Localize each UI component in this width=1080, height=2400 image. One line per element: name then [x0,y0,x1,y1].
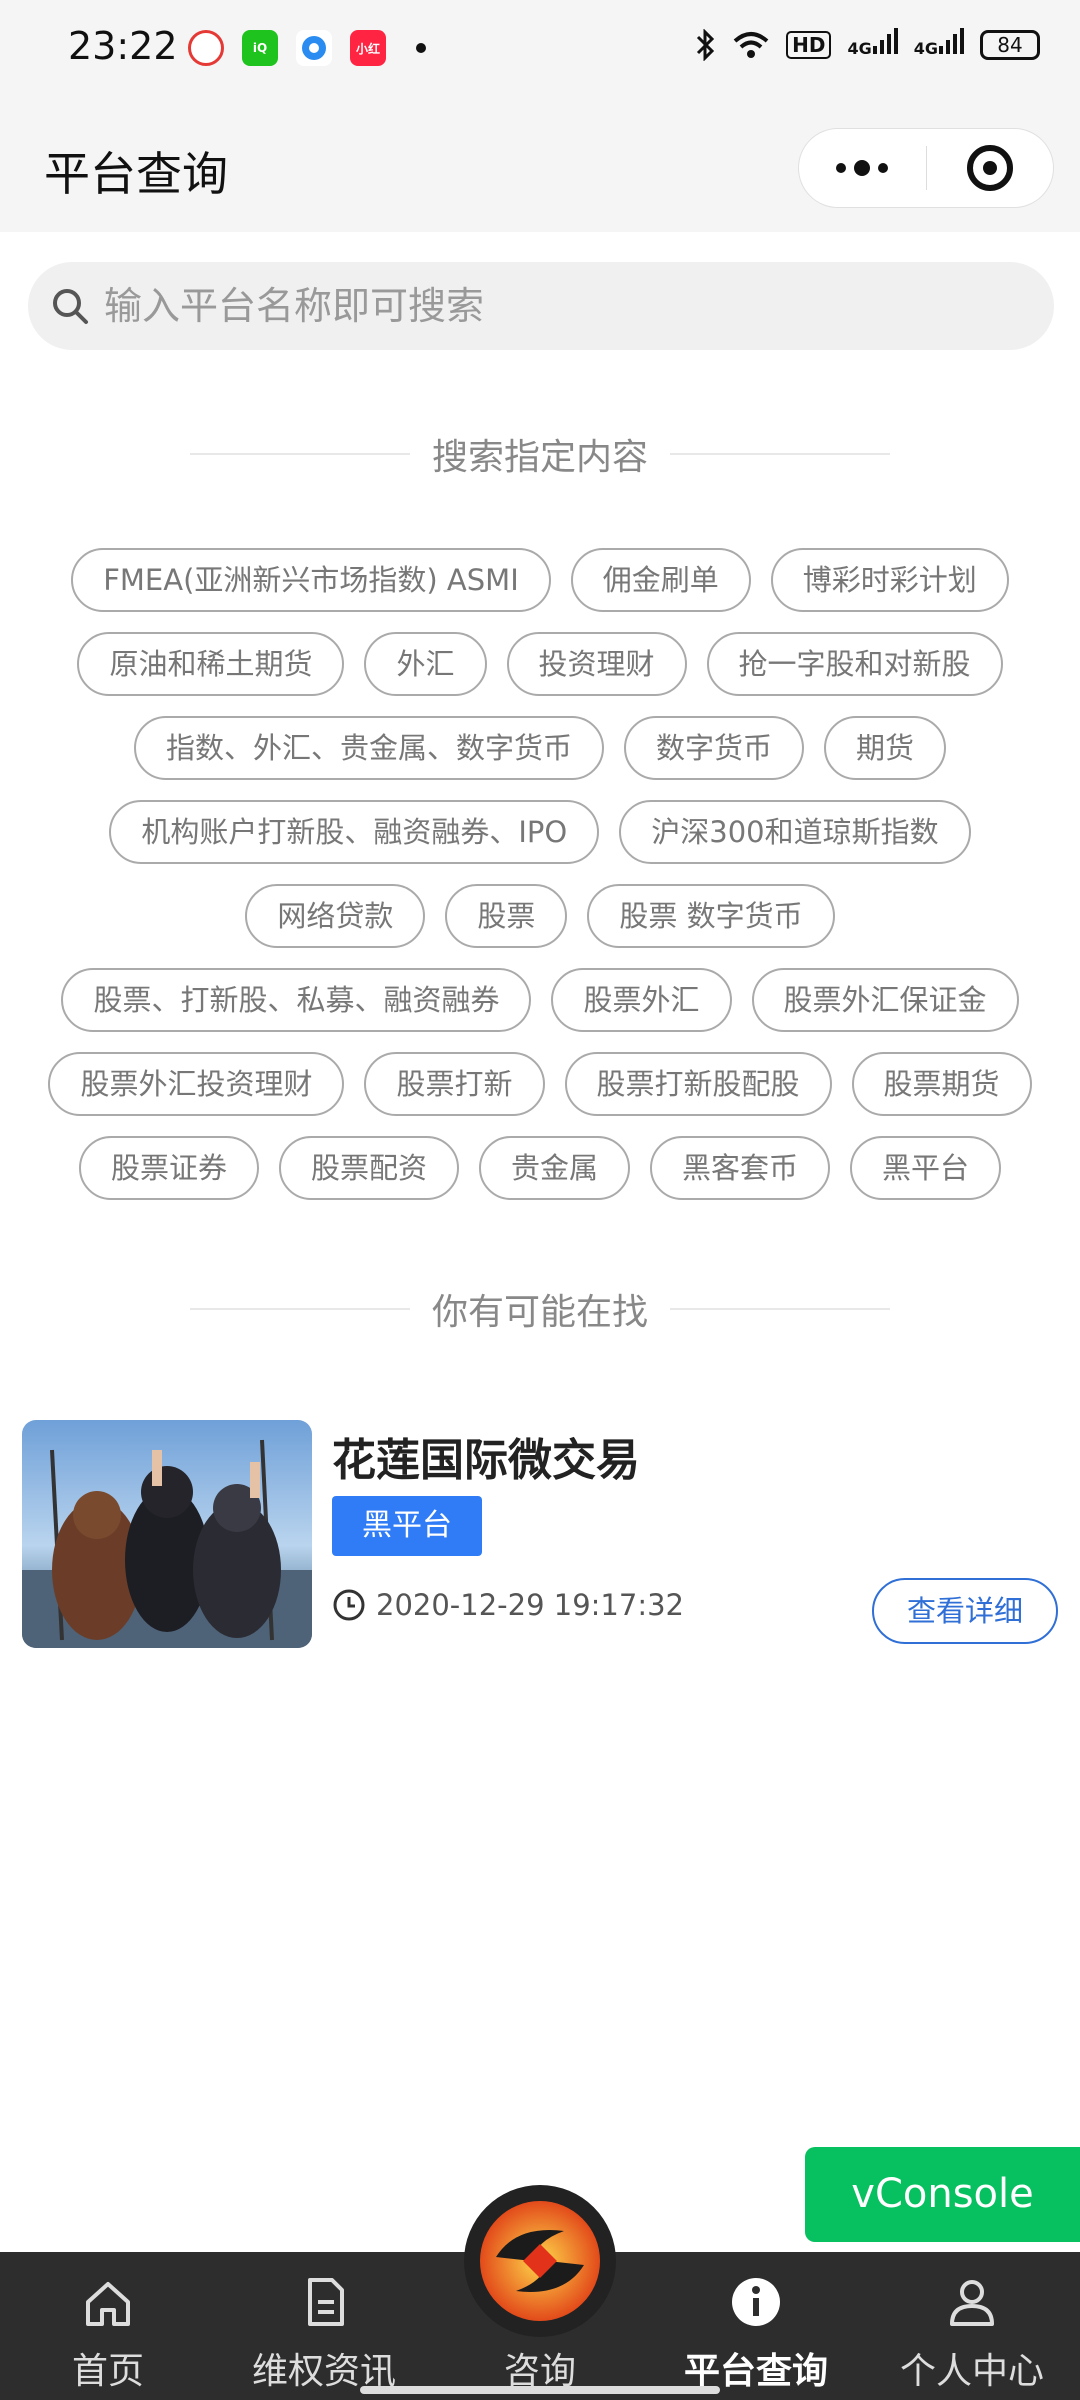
tag-chip[interactable]: 外汇 [364,632,487,696]
tab-news[interactable]: 维权资讯 [216,2252,432,2400]
xiaohongshu-icon: 小红 [350,30,386,66]
target-icon [966,145,1013,191]
search-input[interactable] [104,284,1004,328]
tag-cloud: FMEA(亚洲新兴市场指数) ASMI 佣金刷单 博彩时彩计划 原油和稀土期货 … [22,548,1058,1200]
tag-chip[interactable]: 股票 数字货币 [587,884,835,948]
signal-2-label: 4G [913,39,938,58]
divider-line [189,453,410,455]
tag-chip[interactable]: 股票打新股配股 [564,1052,832,1116]
tag-chip[interactable]: 股票外汇 [551,968,732,1032]
results-section-header: 你有可能在找 [0,1283,1080,1335]
view-details-button[interactable]: 查看详细 [872,1578,1058,1644]
status-time: 23:22 [68,24,178,68]
tag-chip[interactable]: 博彩时彩计划 [770,548,1009,612]
bluetooth-icon [697,28,715,61]
tab-home[interactable]: 首页 [0,2252,216,2400]
more-button[interactable] [799,129,926,207]
more-dots-icon [836,160,889,176]
home-indicator[interactable] [360,2386,720,2394]
tag-chip[interactable]: 指数、外汇、贵金属、数字货币 [133,716,604,780]
notification-dot-icon [416,43,426,53]
tag-chip[interactable]: 股票 [445,884,568,948]
signal-1-label: 4G [847,39,872,58]
results-section-title: 你有可能在找 [431,1292,648,1333]
document-icon [308,2278,344,2326]
tab-profile[interactable]: 个人中心 [864,2252,1080,2400]
clock-icon [333,1589,365,1621]
circle-app-icon [296,30,332,66]
tab-home-label: 首页 [71,2351,144,2392]
tab-platform-query[interactable]: 平台查询 [648,2252,864,2400]
tag-chip[interactable]: 期货 [824,716,947,780]
signal-1-icon: 4G [847,28,898,61]
logo-icon [480,2201,600,2321]
status-bar: 23:22 iQ 小红 HD 4G 4G 84 [0,0,1080,100]
tag-chip[interactable]: 股票证券 [78,1136,259,1200]
wifi-icon [733,31,769,58]
tag-chip[interactable]: 抢一字股和对新股 [706,632,1003,696]
tag-chip[interactable]: 股票外汇投资理财 [48,1052,345,1116]
tag-chip[interactable]: 原油和稀土期货 [77,632,345,696]
iqiyi-icon: iQ [242,30,278,66]
divider-line [189,1308,410,1310]
tab-profile-label: 个人中心 [899,2351,1044,2392]
tag-chip[interactable]: 沪深300和道琼斯指数 [619,800,971,864]
info-icon [732,2278,780,2326]
signal-2-icon: 4G [914,28,964,61]
tag-chip[interactable]: 佣金刷单 [570,548,751,612]
nav-header: 平台查询 [0,100,1080,232]
tag-chip[interactable]: FMEA(亚洲新兴市场指数) ASMI [71,548,551,612]
home-icon [86,2282,130,2326]
consult-center-button[interactable] [464,2185,616,2337]
tag-chip[interactable]: 股票打新 [364,1052,545,1116]
tag-chip[interactable]: 数字货币 [623,716,804,780]
result-timestamp: 2020-12-29 19:17:32 [376,1588,684,1622]
close-miniprogram-button[interactable] [927,129,1054,207]
result-thumbnail [22,1420,312,1648]
tag-chip[interactable]: 股票配资 [278,1136,459,1200]
status-badge: 黑平台 [332,1496,482,1556]
divider-line [670,1308,890,1310]
result-card[interactable]: 花莲国际微交易 黑平台 2020-12-29 19:17:32 查看详细 [22,1420,1058,1650]
tag-chip[interactable]: 股票期货 [851,1052,1032,1116]
page-title: 平台查询 [44,147,228,201]
tag-chip[interactable]: 机构账户打新股、融资融券、IPO [109,800,600,864]
vconsole-button[interactable]: vConsole [805,2147,1080,2242]
tag-chip[interactable]: 投资理财 [506,632,687,696]
tag-chip[interactable]: 股票外汇保证金 [751,968,1019,1032]
result-time: 2020-12-29 19:17:32 [332,1588,684,1622]
tag-chip[interactable]: 黑客套币 [650,1136,831,1200]
battery-icon: 84 [980,29,1040,60]
result-title: 花莲国际微交易 [332,1435,640,1486]
search-bar [28,262,1054,350]
tag-chip[interactable]: 网络贷款 [245,884,426,948]
tags-section-title: 搜索指定内容 [431,437,648,478]
status-indicators: HD 4G 4G 84 [694,28,1040,61]
tag-chip[interactable]: 股票、打新股、私募、融资融券 [61,968,532,1032]
user-icon [950,2280,994,2326]
tag-chip[interactable]: 贵金属 [478,1136,630,1200]
tags-section-header: 搜索指定内容 [0,428,1080,480]
app-page: 23:22 iQ 小红 HD 4G 4G 84 平台查询 输入平台名称即可搜索 … [0,0,1080,2400]
hd-badge: HD [786,30,832,59]
tag-chip[interactable]: 黑平台 [850,1136,1002,1200]
search-icon [53,289,88,324]
mini-program-capsule [798,128,1054,208]
divider-line [670,453,890,455]
browser-icon [188,30,224,66]
status-app-icons: iQ 小红 [188,30,426,66]
